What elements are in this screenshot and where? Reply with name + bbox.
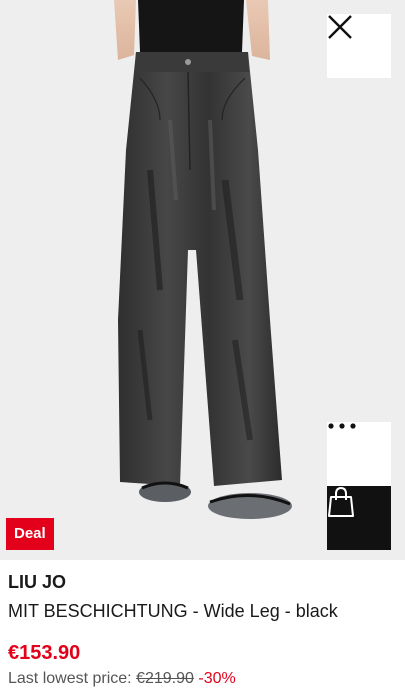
add-to-bag-button[interactable]	[327, 486, 391, 550]
more-dots-icon	[328, 423, 356, 429]
product-image[interactable]: Deal	[0, 0, 405, 560]
deal-badge: Deal	[6, 518, 54, 550]
product-name[interactable]: MIT BESCHICHTUNG - Wide Leg - black	[8, 598, 397, 624]
discount-percent: -30%	[198, 670, 236, 687]
close-icon	[328, 15, 352, 39]
brand-name[interactable]: LIU JO	[8, 570, 397, 594]
last-lowest-price: Last lowest price: €219.90 -30%	[8, 668, 397, 690]
product-info: LIU JO MIT BESCHICHTUNG - Wide Leg - bla…	[8, 570, 397, 690]
more-options-button[interactable]	[327, 422, 391, 486]
old-price: €219.90	[136, 670, 194, 687]
close-button[interactable]	[327, 14, 391, 78]
current-price: €153.90	[8, 642, 81, 664]
shopping-bag-icon	[328, 486, 354, 517]
last-price-label: Last lowest price:	[8, 670, 132, 687]
